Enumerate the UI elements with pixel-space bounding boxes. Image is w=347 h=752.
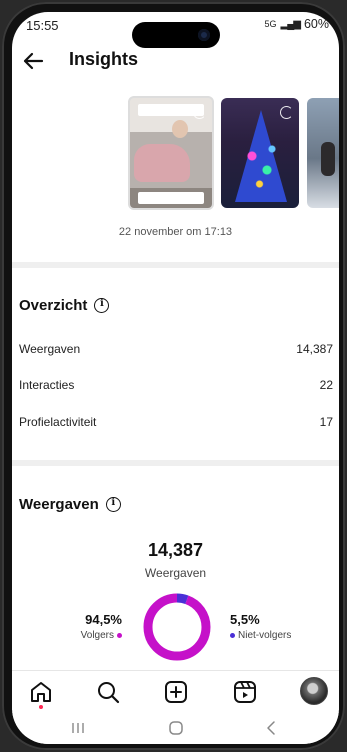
signal-icon: ▂▄▆ [280,18,301,30]
home-icon[interactable] [28,679,54,705]
back-button-icon[interactable] [264,720,280,736]
nonfollowers-dot [230,633,235,638]
status-time: 15:55 [26,18,59,33]
story-carousel[interactable] [128,96,339,210]
views-title: Weergaven [19,496,99,513]
story-date: 22 november om 17:13 [118,226,233,238]
views-total-label: Weergaven [144,566,207,580]
row-label: Weergaven [19,342,81,356]
header: Insights [12,44,339,80]
story-image-person [172,120,188,138]
donut-segment-followers [143,593,211,661]
followers-legend: Volgers [66,630,122,641]
front-camera [198,29,210,41]
story-progress-icon [193,106,206,119]
followers-stat: 94,5% Volgers [66,612,122,641]
info-icon[interactable] [94,298,110,313]
info-icon[interactable] [105,497,121,512]
home-notification-dot [39,705,43,709]
row-value: 14,387 [296,342,333,356]
screen: 15:55 5G ▂▄▆ 60% Insights 22 november om… [12,12,339,744]
story-image-figure [321,142,335,176]
section-divider [12,262,339,268]
views-total-value: 14,387 [147,540,204,560]
home-button-icon[interactable] [168,720,184,736]
row-label: Interacties [19,378,75,392]
row-value: 17 [319,415,333,429]
page-title: Insights [69,49,139,69]
story-thumbnail-outdoor[interactable] [307,98,339,208]
recent-apps-icon[interactable] [70,720,86,736]
reels-icon[interactable] [232,679,258,705]
story-progress-icon [280,106,293,119]
followers-dot [117,633,122,638]
story-thumbnail-tree[interactable] [221,98,299,208]
section-divider [12,460,339,466]
followers-percentage: 94,5% [85,612,122,627]
views-donut-chart [143,593,211,661]
create-icon[interactable] [163,679,189,705]
arrow-left-icon[interactable] [20,48,46,74]
row-label: Profielactiviteit [19,415,97,429]
nonfollowers-legend: Niet-volgers [230,630,291,641]
overview-section-title: Overzicht [19,297,110,314]
nonfollowers-stat: 5,5% Niet-volgers [230,612,291,641]
followers-label: Volgers [80,630,114,641]
battery-level: 60% [303,17,329,31]
network-type: 5G [264,19,277,29]
status-indicators: 5G ▂▄▆ 60% [264,17,329,31]
story-image-blanket [134,144,190,182]
overview-title: Overzicht [19,297,88,314]
story-thumbnail-selected[interactable] [128,96,214,210]
profile-avatar[interactable] [300,677,328,705]
nonfollowers-percentage: 5,5% [230,612,260,627]
story-caption-bottom [138,192,204,204]
phone-frame: 15:55 5G ▂▄▆ 60% Insights 22 november om… [2,2,345,750]
story-image-lights [237,128,287,198]
bottom-nav [12,670,339,710]
row-value: 22 [319,378,333,392]
search-icon[interactable] [95,679,121,705]
views-section-title: Weergaven [19,496,121,513]
system-nav-bar [12,712,339,744]
nonfollowers-label: Niet-volgers [238,630,292,641]
